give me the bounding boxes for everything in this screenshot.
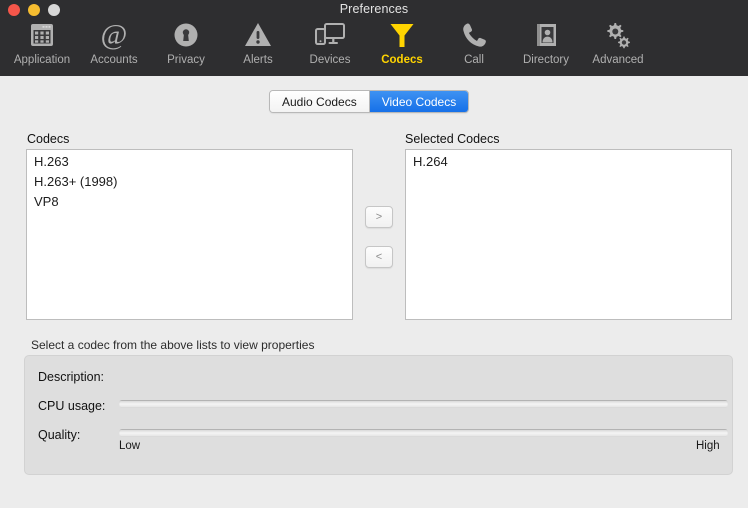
- warning-triangle-icon: [243, 18, 273, 52]
- toolbar-item-privacy[interactable]: Privacy: [150, 18, 222, 74]
- available-codecs-label: Codecs: [27, 132, 70, 146]
- toolbar-label-directory: Directory: [522, 54, 569, 66]
- svg-text:@: @: [101, 20, 128, 50]
- toolbar-item-call[interactable]: Call: [438, 18, 510, 74]
- tab-audio-codecs[interactable]: Audio Codecs: [270, 91, 370, 112]
- description-label: Description:: [38, 370, 104, 384]
- toolbar-label-alerts: Alerts: [243, 54, 273, 66]
- toolbar-item-devices[interactable]: Devices: [294, 18, 366, 74]
- preferences-content: Audio Codecs Video Codecs Codecs Selecte…: [0, 76, 748, 508]
- lock-circle-icon: [171, 18, 201, 52]
- calendar-window-icon: [27, 18, 57, 52]
- tab-video-codecs[interactable]: Video Codecs: [369, 91, 469, 112]
- toolbar-item-advanced[interactable]: Advanced: [582, 18, 654, 74]
- chevron-right-icon: >: [375, 211, 383, 223]
- selected-codecs-label: Selected Codecs: [405, 132, 500, 146]
- list-item[interactable]: VP8: [27, 192, 352, 212]
- add-codec-button[interactable]: >: [365, 206, 393, 228]
- funnel-filter-icon: [387, 18, 417, 52]
- codec-type-segmented-control[interactable]: Audio Codecs Video Codecs: [269, 90, 470, 113]
- codec-properties-box: [24, 355, 733, 475]
- at-sign-icon: @: [99, 18, 129, 52]
- chevron-left-icon: <: [375, 251, 383, 263]
- toolbar-label-codecs: Codecs: [381, 54, 423, 66]
- list-item[interactable]: H.263: [27, 150, 352, 172]
- monitor-phone-icon: [314, 18, 346, 52]
- toolbar-label-accounts: Accounts: [90, 54, 138, 66]
- toolbar-item-alerts[interactable]: Alerts: [222, 18, 294, 74]
- quality-slider[interactable]: [119, 429, 728, 437]
- properties-hint: Select a codec from the above lists to v…: [31, 338, 315, 352]
- toolbar-item-directory[interactable]: Directory: [510, 18, 582, 74]
- gears-icon: [603, 18, 633, 52]
- phone-handset-icon: [459, 18, 489, 52]
- quality-label: Quality:: [38, 428, 81, 442]
- available-codecs-list[interactable]: H.263 H.263+ (1998) VP8: [26, 149, 353, 320]
- preferences-window: Preferences Application @ Accounts Priva…: [0, 0, 748, 508]
- scale-high-label: High: [696, 440, 720, 452]
- scale-low-label: Low: [119, 440, 141, 452]
- list-item[interactable]: H.263+ (1998): [27, 172, 352, 192]
- contact-card-icon: [531, 18, 561, 52]
- toolbar-item-application[interactable]: Application: [6, 18, 78, 74]
- cpu-usage-label: CPU usage:: [38, 399, 106, 413]
- window-titlebar: Preferences Application @ Accounts Priva…: [0, 0, 748, 76]
- toolbar-label-advanced: Advanced: [592, 54, 644, 66]
- list-item[interactable]: H.264: [406, 150, 731, 172]
- cpu-usage-slider[interactable]: [119, 400, 728, 408]
- window-title: Preferences: [339, 2, 409, 16]
- toolbar-item-accounts[interactable]: @ Accounts: [78, 18, 150, 74]
- selected-codecs-list[interactable]: H.264: [405, 149, 732, 320]
- toolbar-label-call: Call: [464, 54, 484, 66]
- preferences-toolbar: Application @ Accounts Privacy Alerts De…: [6, 18, 654, 74]
- toolbar-label-devices: Devices: [309, 54, 351, 66]
- toolbar-item-codecs[interactable]: Codecs: [366, 18, 438, 74]
- remove-codec-button[interactable]: <: [365, 246, 393, 268]
- toolbar-label-privacy: Privacy: [167, 54, 205, 66]
- toolbar-label-application: Application: [13, 54, 71, 66]
